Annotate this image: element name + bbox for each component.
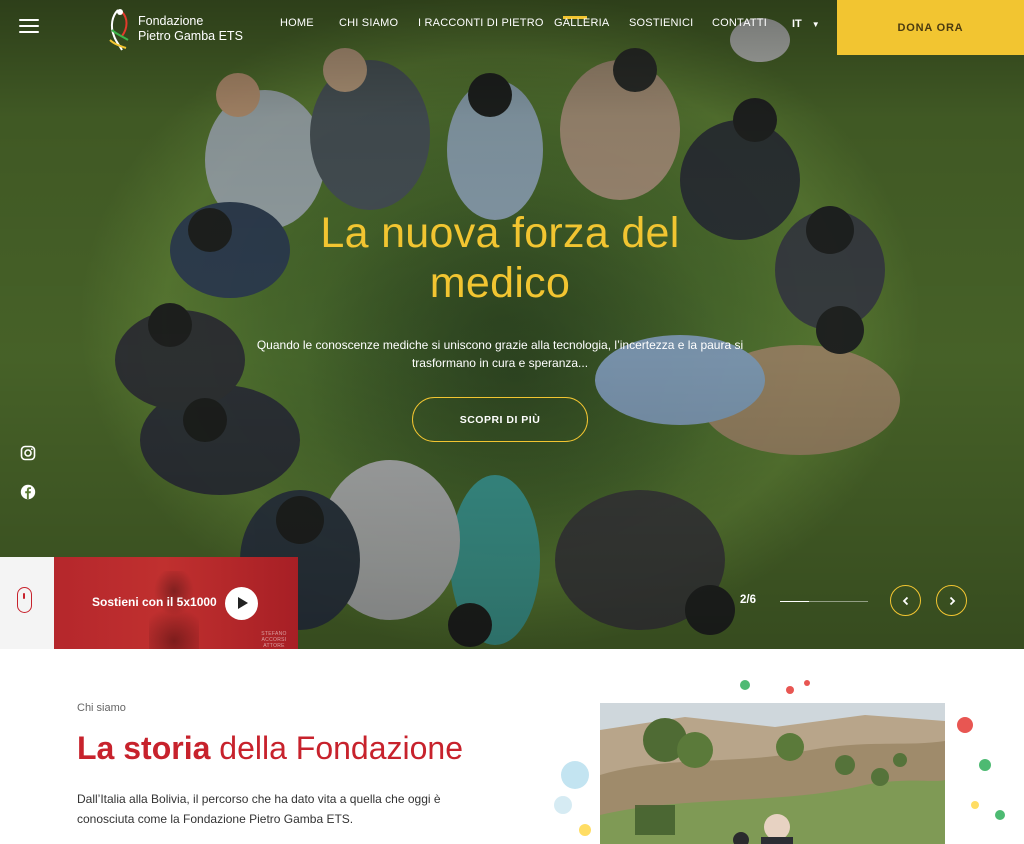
hero-title: La nuova forza del medico [320,209,680,307]
instagram-icon[interactable] [20,445,36,461]
about-title: La storia della Fondazione [77,728,463,768]
about-title-rest: della Fondazione [210,730,463,766]
logo-mark-icon [109,9,129,51]
prev-slide-button[interactable] [890,585,921,616]
language-label: IT [792,18,802,30]
next-slide-button[interactable] [936,585,967,616]
site-logo[interactable]: Fondazione Pietro Gamba ETS [104,5,254,53]
slide-progress-bar [780,601,868,602]
landscape-photo [600,703,945,844]
video-label: Sostieni con il 5x1000 [92,595,217,609]
nav-galleria[interactable]: GALLERIA [554,17,609,29]
hamburger-icon[interactable] [19,19,39,33]
video-card-5x1000[interactable]: Sostieni con il 5x1000 STEFANO ACCORSI A… [54,557,298,649]
play-icon[interactable] [225,587,258,620]
nav-sostienici[interactable]: SOSTIENICI [629,17,693,29]
chevron-right-icon [949,596,955,605]
mouse-scroll-icon [17,587,32,613]
about-photo [554,680,1005,844]
nav-chi-siamo[interactable]: CHI SIAMO [339,17,398,29]
logo-text-line2: Pietro Gamba ETS [138,29,243,43]
logo-text: Fondazione Pietro Gamba ETS [138,14,243,44]
language-selector[interactable]: IT ▼ [792,18,820,30]
nav-racconti[interactable]: I RACCONTI DI PIETRO [418,17,544,29]
chevron-down-icon: ▼ [811,20,820,29]
chevron-left-icon [902,596,908,605]
video-credit: STEFANO ACCORSI ATTORE [250,631,298,649]
video-thumbnail [149,571,199,649]
scroll-indicator[interactable] [0,557,54,649]
hero-overlay [0,0,1024,649]
nav-contatti[interactable]: CONTATTI [712,17,767,29]
facebook-icon[interactable] [20,484,36,500]
logo-text-line1: Fondazione [138,14,204,28]
donate-button[interactable]: DONA ORA [837,0,1024,55]
about-title-bold: La storia [77,730,211,766]
hero-subtitle: Quando le conoscenze mediche si uniscono… [256,338,744,370]
discover-more-button[interactable]: SCOPRI DI PIÙ [412,397,588,442]
slide-counter: 2/6 [740,594,756,606]
hero-slider [0,0,1024,649]
video-credit-role: ATTORE [263,643,285,649]
nav-home[interactable]: HOME [280,17,314,29]
about-text: Dall’Italia alla Bolivia, il percorso ch… [77,792,441,826]
slide-progress-fill [780,601,810,602]
about-eyebrow: Chi siamo [77,702,126,714]
video-credit-name: STEFANO ACCORSI [261,631,287,643]
